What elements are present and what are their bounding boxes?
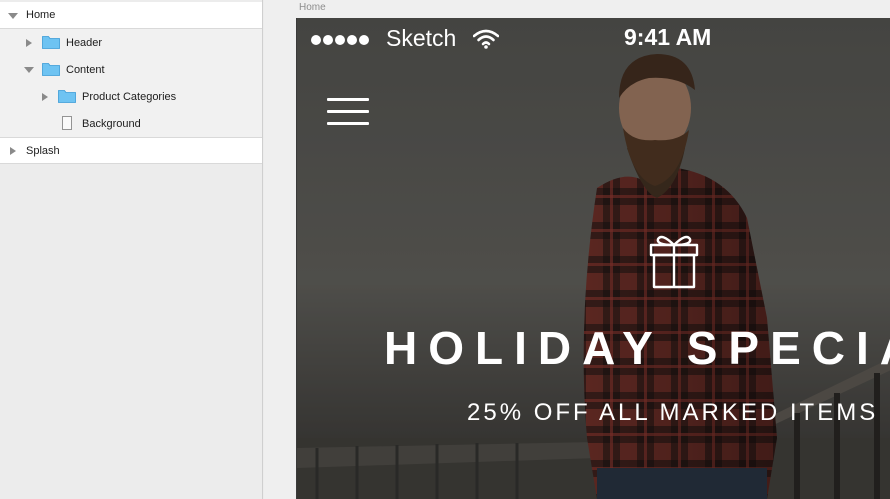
wifi-icon [473, 29, 499, 49]
layer-row-splash[interactable]: Splash [0, 137, 262, 164]
layer-label: Background [82, 117, 141, 130]
gift-icon [649, 235, 699, 289]
promo-subheadline: 25% OFF ALL MARKED ITEMS [467, 399, 879, 426]
layer-label: Header [66, 36, 103, 49]
layer-label: Content [66, 63, 105, 76]
artboard-name-label[interactable]: Home [299, 2, 326, 13]
layer-label: Product Categories [82, 90, 177, 103]
folder-icon [42, 36, 60, 49]
layer-label: Home [26, 9, 56, 21]
disclosure-triangle-right-icon[interactable] [40, 92, 50, 102]
page-icon [62, 116, 72, 130]
layer-label: Splash [26, 144, 60, 157]
signal-strength-icon [311, 35, 369, 45]
layer-row-background[interactable]: Background [0, 110, 262, 137]
disclosure-triangle-down-icon[interactable] [24, 65, 34, 75]
disclosure-triangle-down-icon[interactable] [8, 11, 18, 21]
hamburger-menu-icon[interactable] [327, 98, 369, 128]
canvas[interactable]: Home Sketch 9:41 AM HOLIDAY SPECIA 25% O… [264, 0, 890, 499]
layer-row-home[interactable]: Home [0, 2, 262, 29]
carrier-name: Sketch [386, 25, 457, 51]
folder-icon [42, 63, 60, 76]
layers-panel: Home Header Content Product Categories B… [0, 0, 263, 499]
layer-row-product-categories[interactable]: Product Categories [0, 83, 262, 110]
artboard-home[interactable]: Sketch 9:41 AM HOLIDAY SPECIA 25% OFF AL… [296, 18, 890, 499]
status-time: 9:41 AM [624, 24, 712, 50]
promo-headline: HOLIDAY SPECIA [384, 322, 890, 374]
disclosure-triangle-right-icon[interactable] [24, 38, 34, 48]
folder-icon [58, 90, 76, 103]
disclosure-triangle-right-icon[interactable] [8, 146, 18, 156]
layer-row-content[interactable]: Content [0, 56, 262, 83]
layer-row-header[interactable]: Header [0, 29, 262, 56]
